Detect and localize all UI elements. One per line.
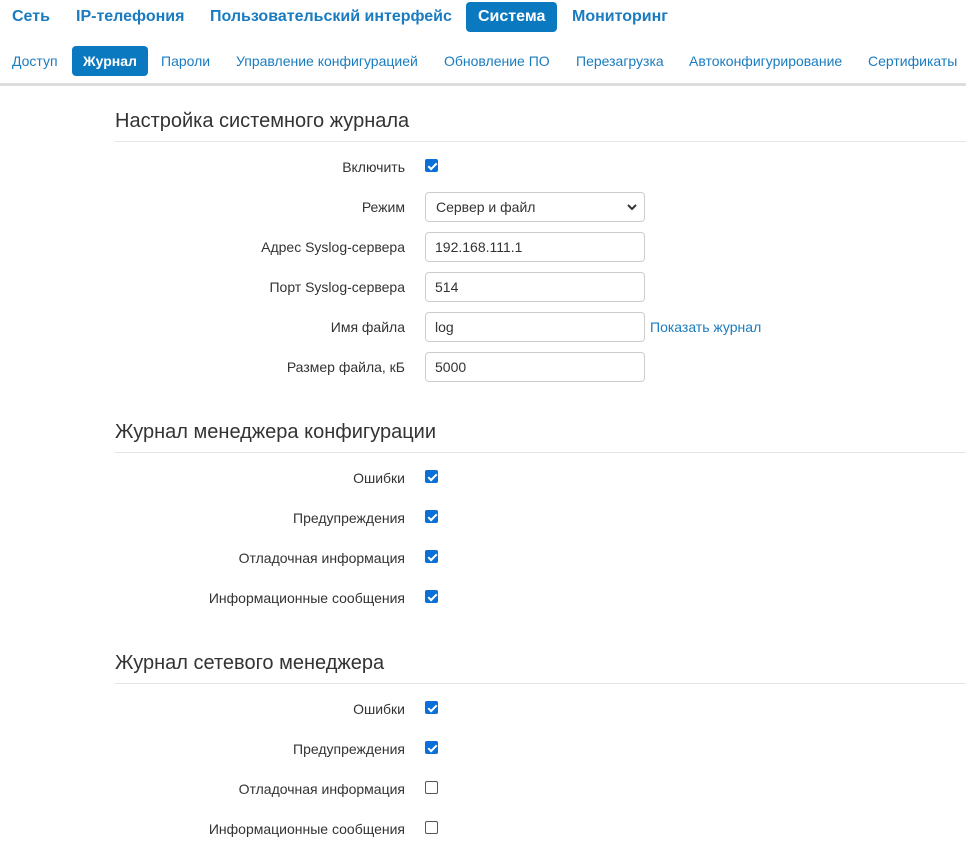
file-name-input[interactable]: log [425,312,645,342]
tab-firmware-update[interactable]: Обновление ПО [444,46,550,76]
top-nav: Сеть IP-телефония Пользовательский интер… [0,0,966,36]
file-name-label: Имя файла [330,319,405,335]
network-errors-checkbox[interactable] [425,701,438,714]
section-title-network-manager: Журнал сетевого менеджера [115,652,385,674]
syslog-address-input[interactable]: 192.168.111.1 [425,232,645,262]
file-size-input[interactable]: 5000 [425,352,645,382]
config-warnings-label: Предупреждения [293,510,405,526]
file-size-label: Размер файла, кБ [286,359,405,375]
config-debug-checkbox[interactable] [425,550,438,563]
sub-nav: Доступ Журнал Пароли Управление конфигур… [0,44,966,78]
network-info-checkbox[interactable] [425,821,438,834]
network-debug-checkbox[interactable] [425,781,438,794]
top-nav-item-system[interactable]: Система [466,2,558,32]
section-title-config-manager: Журнал менеджера конфигурации [115,421,436,443]
config-warnings-checkbox[interactable] [425,510,438,523]
enable-label: Включить [342,159,405,175]
config-debug-label: Отладочная информация [238,550,405,566]
network-info-label: Информационные сообщения [208,821,405,837]
top-nav-item-ip-telephony[interactable]: IP-телефония [76,2,184,32]
enable-checkbox[interactable] [425,159,438,172]
config-info-label: Информационные сообщения [208,590,405,606]
syslog-address-label: Адрес Syslog-сервера [261,239,405,255]
syslog-port-input[interactable]: 514 [425,272,645,302]
tab-config-management[interactable]: Управление конфигурацией [236,46,418,76]
chevron-down-icon [627,204,637,211]
top-nav-item-monitoring[interactable]: Мониторинг [572,2,668,32]
tab-log[interactable]: Журнал [72,46,148,76]
show-log-link[interactable]: Показать журнал [650,319,761,335]
mode-select-value: Сервер и файл [436,199,536,215]
tab-access[interactable]: Доступ [12,46,58,76]
section-divider [115,683,966,684]
syslog-port-label: Порт Syslog-сервера [269,279,405,295]
mode-select[interactable]: Сервер и файл [425,192,645,222]
tab-passwords[interactable]: Пароли [161,46,210,76]
mode-label: Режим [361,199,405,215]
network-warnings-checkbox[interactable] [425,741,438,754]
section-divider [115,141,966,142]
top-nav-item-user-interface[interactable]: Пользовательский интерфейс [210,2,452,32]
config-errors-label: Ошибки [353,470,405,486]
config-errors-checkbox[interactable] [425,470,438,483]
network-debug-label: Отладочная информация [238,781,405,797]
section-title-syslog: Настройка системного журнала [115,110,410,132]
network-errors-label: Ошибки [353,701,405,717]
section-divider [115,452,966,453]
tab-reboot[interactable]: Перезагрузка [576,46,664,76]
tab-certificates[interactable]: Сертификаты [868,46,957,76]
network-warnings-label: Предупреждения [293,741,405,757]
top-nav-item-network[interactable]: Сеть [12,2,50,32]
tab-autoconfig[interactable]: Автоконфигурирование [689,46,842,76]
config-info-checkbox[interactable] [425,590,438,603]
nav-divider [0,83,966,86]
